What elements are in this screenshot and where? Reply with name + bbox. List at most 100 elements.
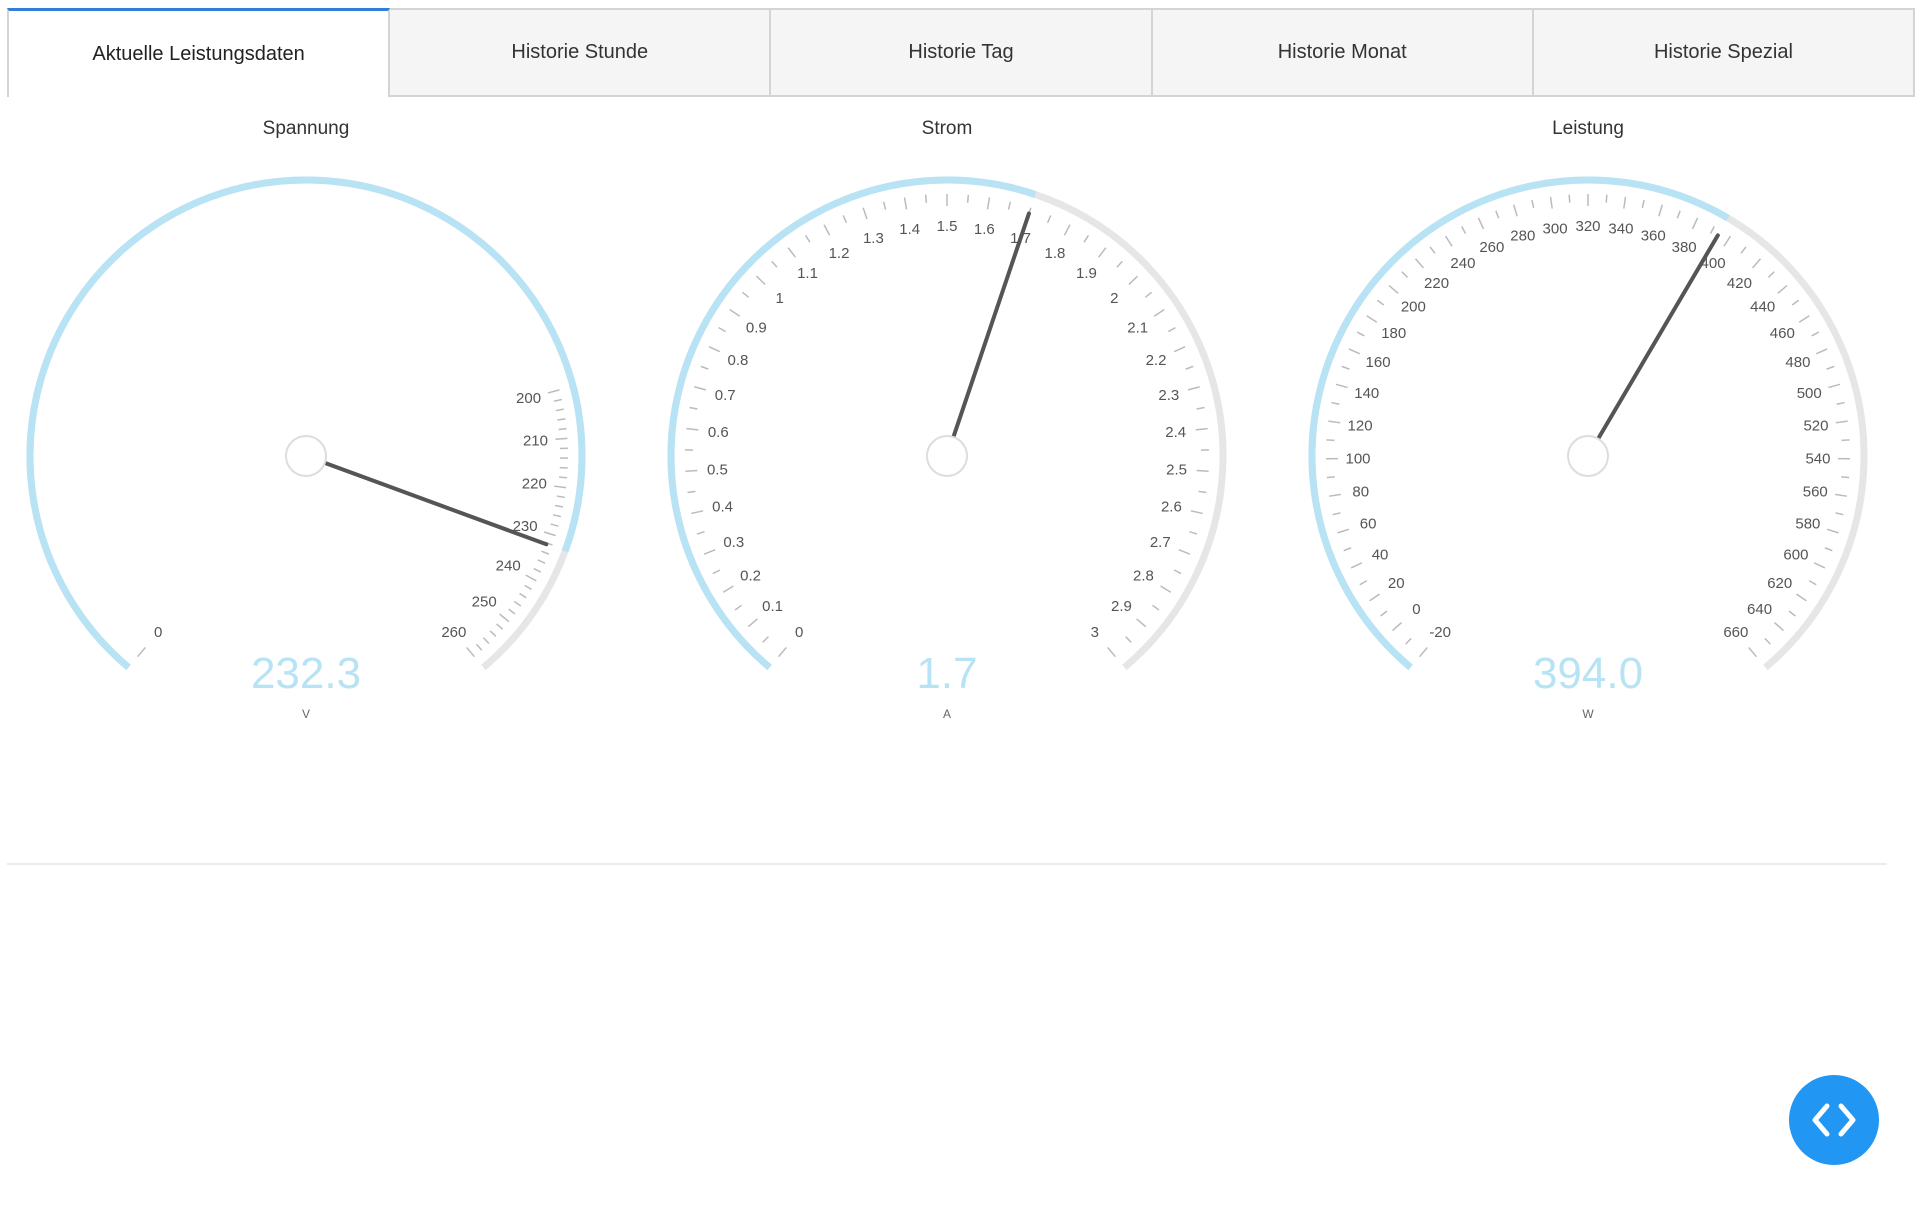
gauge-tick — [482, 637, 490, 645]
gauge-tick — [537, 559, 546, 564]
gauge-tick — [1795, 593, 1807, 602]
gauge-tick-label: 80 — [1352, 483, 1369, 500]
gauge-tick-label: 360 — [1641, 227, 1666, 244]
gauge-tick-label: 60 — [1360, 515, 1377, 532]
gauge-tick — [1808, 580, 1817, 586]
gauge-tick-label: 200 — [516, 390, 541, 407]
gauge-tick-label: 480 — [1785, 354, 1810, 371]
gauge-fill — [1308, 176, 1730, 671]
tab-label: Historie Stunde — [511, 41, 649, 63]
gauge-tick — [519, 592, 527, 599]
gauge-tick — [553, 398, 562, 402]
code-toggle-button[interactable] — [1789, 1075, 1879, 1165]
gauge-tick — [689, 406, 698, 410]
gauge-tick — [547, 389, 560, 394]
gauge-dial: -20 0 20 40 60 80 100 120 140 160 180 200 220240260 2… — [1308, 176, 1868, 721]
gauge-tick-label: 160 — [1366, 354, 1391, 371]
gauge-tick — [554, 504, 564, 508]
gauge-tick — [1709, 226, 1715, 234]
gauge-tick — [1740, 246, 1747, 254]
gauge-tick — [489, 630, 497, 638]
tab-historie-monat[interactable]: Historie Monat — [1152, 8, 1534, 97]
gauge-tick — [1835, 420, 1848, 424]
gauge-tick — [703, 548, 716, 555]
gauge-tick — [1835, 512, 1844, 516]
tab-bar: Aktuelle Leistungsdaten Historie Stunde … — [7, 8, 1916, 97]
gauge-tick — [1723, 235, 1732, 247]
gauge-dial: 0 0.10.2 0.3 0.4 0.5 0.6 0.7 0.8 0.9 1 1.1 1.2 1.3 1.… — [667, 176, 1227, 721]
gauge-leistung: Leistung -20 0 20 40 60 80 100 120 140 160 180 200 2… — [1288, 108, 1888, 748]
gauge-tick — [842, 215, 848, 224]
gauge-tick — [1190, 510, 1203, 515]
tab-label: Historie Monat — [1277, 41, 1407, 63]
gauge-tick — [712, 569, 721, 575]
gauge-tick — [1461, 226, 1467, 234]
gauge-strom: Strom 0 0.1 0.2 0.3 0.4 0.5 0.6 0.7 0.8 0.9 1 1.1 1.… — [647, 108, 1247, 748]
tab-historie-spezial[interactable]: Historie Spezial — [1533, 8, 1916, 97]
gauge-tick — [1098, 247, 1107, 258]
gauge-tick — [559, 476, 568, 479]
gauge-tick-label: 3 — [1091, 624, 1099, 641]
gauge-tick — [1798, 315, 1810, 323]
gauge-tick — [1007, 201, 1012, 210]
gauge-tick — [686, 427, 699, 431]
gauge-tick-label: 0.7 — [715, 387, 736, 404]
gauge-tick — [1332, 512, 1341, 516]
gauge-tick — [555, 408, 564, 412]
gauge-tick-label: 140 — [1354, 385, 1379, 402]
gauge-tick — [1676, 210, 1681, 219]
gauge-tick-label: 0.3 — [723, 534, 744, 551]
gauge-tick — [1549, 196, 1553, 209]
gauge-tick — [508, 608, 516, 615]
tab-historie-stunde[interactable]: Historie Stunde — [390, 8, 772, 97]
gauge-tick — [696, 530, 705, 535]
gauge-tick — [862, 207, 868, 220]
gauge-tick-label: 210 — [523, 433, 548, 450]
gauge-tick — [137, 647, 146, 658]
gauge-tick — [1343, 547, 1352, 552]
gauge-tick-label: 280 — [1510, 227, 1535, 244]
tab-aktuelle-leistungsdaten[interactable]: Aktuelle Leistungsdaten — [7, 8, 391, 97]
gauge-tick — [1623, 196, 1627, 209]
gauge-tick — [1841, 476, 1850, 479]
gauge-unit: W — [1582, 707, 1594, 721]
gauge-tick — [1392, 621, 1403, 632]
gauge-tick — [1826, 528, 1839, 534]
gauge-tick-label: 100 — [1345, 450, 1370, 467]
gauge-tick-label: 2.6 — [1161, 498, 1182, 515]
gauge-tick — [903, 197, 908, 210]
gauge-unit: V — [302, 707, 310, 721]
gauge-tick — [1196, 406, 1205, 410]
gauge-tick-label: 460 — [1770, 325, 1795, 342]
gauge-tick — [986, 197, 991, 210]
gauge-tick — [1116, 260, 1123, 268]
gauge-tick — [558, 427, 567, 431]
gauge-tick — [1136, 618, 1147, 628]
gauge-tick — [556, 495, 565, 499]
gauge-tick — [541, 550, 550, 555]
gauge-hub — [926, 435, 968, 477]
gauge-tick-label: 540 — [1805, 450, 1830, 467]
gauge-tick — [687, 490, 696, 494]
gauge-tick-label: 520 — [1803, 417, 1828, 434]
gauge-tick — [554, 485, 567, 489]
gauge-tick-label: 2.9 — [1111, 598, 1132, 615]
gauge-tick — [924, 194, 928, 203]
gauge-tick — [762, 636, 769, 643]
gauge-tick — [1388, 284, 1399, 294]
gauge-track — [26, 176, 586, 671]
gauge-tick — [1356, 331, 1365, 337]
gauge-tick — [1828, 383, 1841, 389]
gauge-tick-label: 220 — [1424, 275, 1449, 292]
gauge-tick-label: 2.4 — [1165, 424, 1186, 441]
gauge-tick — [1331, 401, 1340, 405]
gauge-tick — [1152, 604, 1160, 611]
gauge-tick-label: 620 — [1767, 575, 1792, 592]
gauge-tick — [1198, 490, 1207, 494]
gauge-needle — [322, 460, 549, 547]
gauge-tick — [1813, 562, 1826, 569]
gauge-tick — [1752, 258, 1762, 269]
tab-historie-tag[interactable]: Historie Tag — [771, 8, 1153, 97]
gauge-tick — [787, 247, 796, 258]
gauge-tick-label: -20 — [1429, 624, 1451, 641]
